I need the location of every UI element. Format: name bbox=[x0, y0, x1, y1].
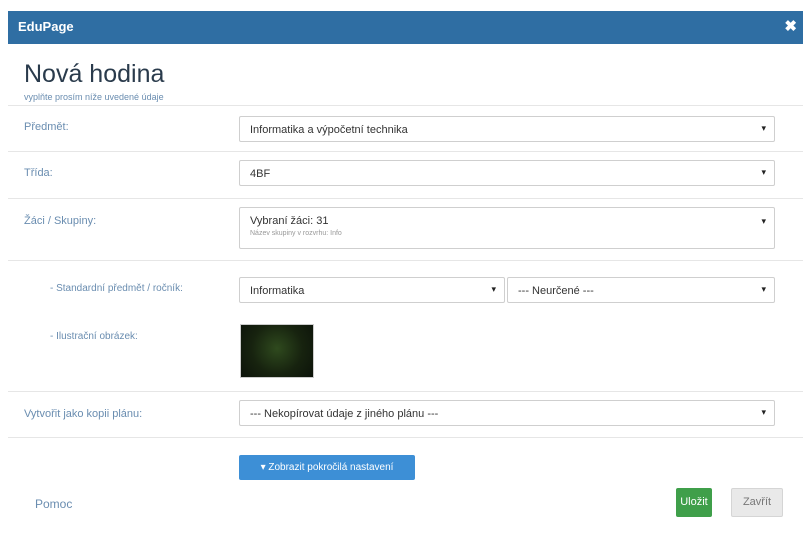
new-lesson-dialog: Nová hodina vyplňte prosím níže uvedené … bbox=[8, 44, 803, 538]
copy-plan-value: --- Nekopírovat údaje z jiného plánu --- bbox=[250, 408, 439, 420]
divider bbox=[8, 391, 803, 392]
copy-plan-label: Vytvořit jako kopii plánu: bbox=[24, 408, 143, 420]
students-label: Žáci / Skupiny: bbox=[24, 215, 97, 227]
app-name: EduPage bbox=[18, 19, 74, 34]
divider bbox=[8, 198, 803, 199]
chevron-down-icon: ▾ bbox=[761, 123, 766, 133]
divider bbox=[8, 151, 803, 152]
divider bbox=[8, 437, 803, 438]
close-button[interactable]: Zavřít bbox=[731, 488, 783, 517]
students-value: Vybraní žáci: 31 bbox=[250, 215, 329, 227]
chevron-down-icon: ▾ bbox=[761, 407, 766, 417]
chevron-down-icon: ▾ bbox=[761, 167, 766, 177]
chevron-down-icon: ▾ bbox=[761, 284, 766, 294]
close-icon[interactable]: ✖ bbox=[784, 17, 797, 35]
divider bbox=[8, 260, 803, 261]
standard-subject-value: Informatika bbox=[250, 285, 305, 297]
chevron-down-icon: ▾ bbox=[761, 216, 766, 226]
window-titlebar: EduPage ✖ bbox=[8, 11, 803, 45]
dialog-subtitle: vyplňte prosím níže uvedené údaje bbox=[24, 92, 164, 102]
grade-select[interactable]: --- Neurčené --- ▾ bbox=[507, 277, 775, 303]
illustration-label: - Ilustrační obrázek: bbox=[50, 331, 138, 342]
divider bbox=[8, 105, 803, 106]
students-select[interactable]: Vybraní žáci: 31 Název skupiny v rozvrhu… bbox=[239, 207, 775, 249]
subject-select[interactable]: Informatika a výpočetní technika ▾ bbox=[239, 116, 775, 142]
students-hint: Název skupiny v rozvrhu: Info bbox=[250, 230, 342, 237]
grade-value: --- Neurčené --- bbox=[518, 285, 594, 297]
illustration-thumbnail[interactable] bbox=[240, 324, 314, 378]
class-label: Třída: bbox=[24, 167, 53, 179]
show-advanced-settings-button[interactable]: ▾ Zobrazit pokročilá nastavení bbox=[239, 455, 415, 480]
subject-label: Předmět: bbox=[24, 121, 69, 133]
dialog-title: Nová hodina bbox=[24, 60, 165, 88]
chevron-down-icon: ▾ bbox=[491, 284, 496, 294]
class-select[interactable]: 4BF ▾ bbox=[239, 160, 775, 186]
subject-value: Informatika a výpočetní technika bbox=[250, 124, 408, 136]
help-link[interactable]: Pomoc bbox=[35, 497, 72, 511]
copy-plan-select[interactable]: --- Nekopírovat údaje z jiného plánu ---… bbox=[239, 400, 775, 426]
standard-subject-select[interactable]: Informatika ▾ bbox=[239, 277, 505, 303]
save-button[interactable]: Uložit bbox=[676, 488, 712, 517]
class-value: 4BF bbox=[250, 168, 271, 180]
standard-subject-label: - Standardní předmět / ročník: bbox=[50, 283, 183, 294]
